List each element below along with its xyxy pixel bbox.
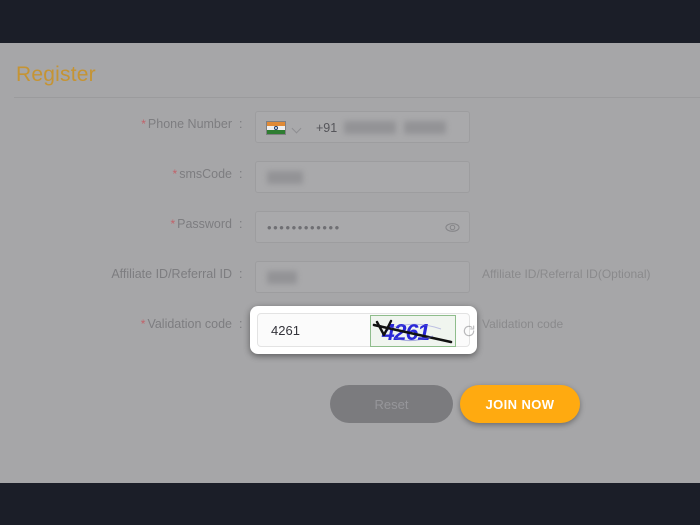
validation-code-value: 4261 [271,323,300,338]
eye-icon[interactable] [445,220,460,235]
app-screen: Register * Phone Number : +91 * smsCode … [0,0,700,525]
label-colon: : [239,267,243,281]
register-page: Register * Phone Number : +91 * smsCode … [0,43,700,483]
label-colon: : [239,217,243,231]
phone-number-value-redacted-2 [404,121,446,134]
label-validation-code-text: Validation code [147,317,232,331]
register-form: * Phone Number : +91 * smsCode : * Passw… [0,103,700,354]
chevron-down-icon[interactable] [291,123,302,134]
label-colon: : [239,117,243,131]
browser-chrome-bottom [0,483,700,525]
phone-number-field[interactable]: +91 [255,111,470,143]
sms-code-field[interactable] [255,161,470,193]
form-row-password: * Password : •••••••••••• [0,203,700,253]
join-now-button[interactable]: JOIN NOW [460,385,580,423]
label-sms-code-text: smsCode [179,167,232,181]
affiliate-id-value-redacted [267,271,297,284]
required-asterisk: * [140,317,146,331]
page-title: Register [16,63,96,86]
affiliate-id-field[interactable] [255,261,470,293]
label-affiliate-id: Affiliate ID/Referral ID [0,267,232,281]
affiliate-id-helper-text: Affiliate ID/Referral ID(Optional) [482,267,651,281]
label-password: * Password [0,217,232,231]
password-field[interactable]: •••••••••••• [255,211,470,243]
validation-code-helper-text: Validation code [482,317,564,331]
captcha-noise-overlay [372,319,453,344]
validation-code-input[interactable]: 4261 4261 [257,313,475,347]
required-asterisk: * [172,167,178,181]
form-row-validation-code: * Validation code : 4261 4261 Validation… [0,303,700,354]
label-phone-number-text: Phone Number [147,117,232,131]
reset-button[interactable]: Reset [330,385,453,423]
password-masked-value: •••••••••••• [267,220,341,235]
title-divider [14,97,700,98]
refresh-icon[interactable] [462,324,476,338]
label-validation-code: * Validation code [0,317,232,331]
required-asterisk: * [141,117,146,131]
form-row-phone: * Phone Number : +91 [0,103,700,153]
india-flag-icon [266,121,286,135]
validation-code-focus-card: 4261 4261 [250,306,477,354]
label-affiliate-id-text: Affiliate ID/Referral ID [111,267,232,281]
form-actions: Reset JOIN NOW [0,385,700,435]
phone-number-value-redacted [344,121,396,134]
browser-chrome-top [0,0,700,43]
label-phone-number: * Phone Number [0,117,232,131]
label-colon: : [239,317,243,331]
dial-code: +91 [316,121,338,135]
label-sms-code: * smsCode [0,167,232,181]
form-row-sms-code: * smsCode : [0,153,700,203]
required-asterisk: * [170,217,176,231]
form-row-affiliate-id: Affiliate ID/Referral ID : Affiliate ID/… [0,253,700,303]
captcha-image[interactable]: 4261 [370,315,456,347]
label-password-text: Password [177,217,232,231]
label-colon: : [239,167,243,181]
sms-code-value-redacted [267,171,303,184]
